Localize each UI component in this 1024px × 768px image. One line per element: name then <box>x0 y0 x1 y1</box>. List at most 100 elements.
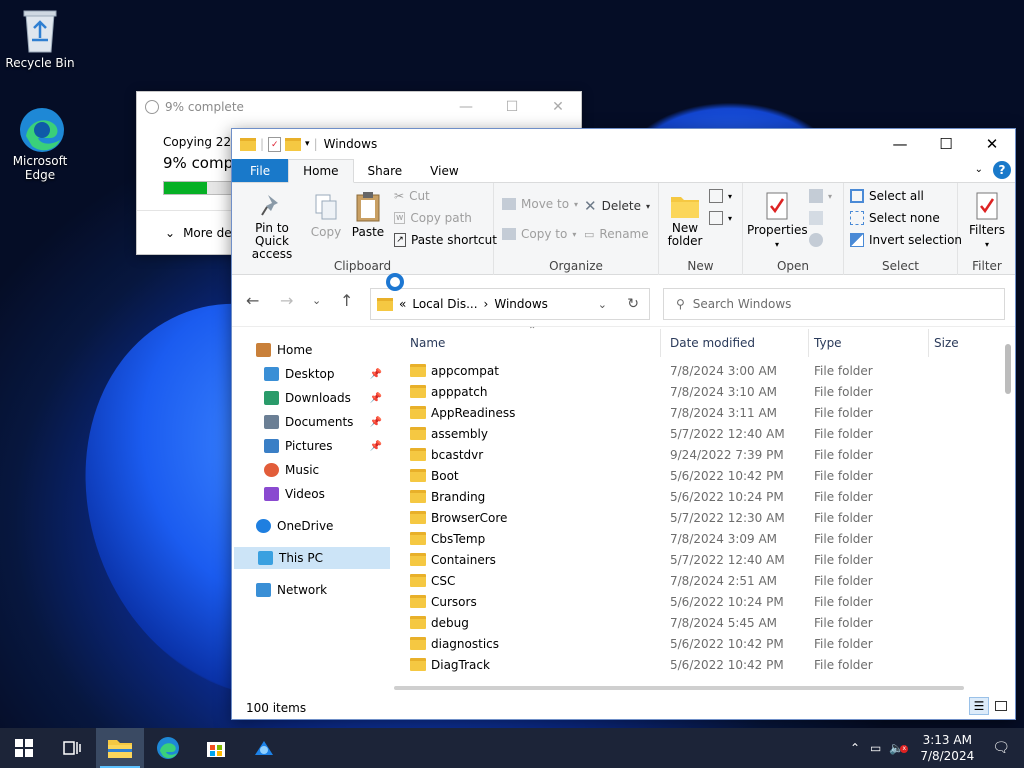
table-row[interactable]: assembly 5/7/2022 12:40 AM File folder <box>394 423 994 444</box>
copy-path-button[interactable]: w Copy path <box>394 211 472 225</box>
sidebar-item-downloads[interactable]: Downloads 📌 <box>232 387 388 409</box>
minimize-button[interactable]: — <box>443 92 489 122</box>
back-arrow-icon[interactable]: ← <box>246 291 259 310</box>
table-row[interactable]: CSC 7/8/2024 2:51 AM File folder <box>394 570 994 591</box>
table-row[interactable]: Boot 5/6/2022 10:42 PM File folder <box>394 465 994 486</box>
task-view-button[interactable] <box>48 728 96 768</box>
vertical-scrollbar-thumb[interactable] <box>1005 344 1011 394</box>
pin-icon[interactable]: 📌 <box>370 369 382 380</box>
table-row[interactable]: apppatch 7/8/2024 3:10 AM File folder <box>394 381 994 402</box>
sidebar-item-music[interactable]: Music <box>232 459 388 481</box>
paste-shortcut-button[interactable]: ↗ Paste shortcut <box>394 233 497 247</box>
history-button[interactable] <box>809 233 823 247</box>
copy-button[interactable]: Copy <box>306 193 346 239</box>
table-row[interactable]: diagnostics 5/6/2022 10:42 PM File folder <box>394 633 994 654</box>
sidebar-item-desktop[interactable]: Desktop 📌 <box>232 363 388 385</box>
more-details-toggle[interactable]: ⌄ More det <box>165 226 236 240</box>
search-input[interactable]: Search Windows <box>693 297 792 311</box>
table-row[interactable]: BrowserCore 5/7/2022 12:30 AM File folder <box>394 507 994 528</box>
new-folder-button[interactable]: New folder <box>667 193 703 248</box>
recent-locations-icon[interactable]: ⌄ <box>312 294 321 307</box>
rename-button[interactable]: ▭ Rename <box>584 227 649 241</box>
table-row[interactable]: appcompat 7/8/2024 3:00 AM File folder <box>394 360 994 381</box>
select-all-button[interactable]: Select all <box>850 189 924 203</box>
clock[interactable]: 3:13 AM 7/8/2024 <box>920 732 974 764</box>
sidebar-item-home[interactable]: Home <box>232 339 388 361</box>
horizontal-scrollbar-thumb[interactable] <box>394 686 964 690</box>
edit-button[interactable] <box>809 211 823 225</box>
file-explorer-window[interactable]: | ✓ ▾ | Windows — ☐ ✕ File Home Share Vi… <box>231 128 1016 720</box>
sidebar-item-pictures[interactable]: Pictures 📌 <box>232 435 388 457</box>
delete-button[interactable]: ✕ Delete ▾ <box>584 197 650 215</box>
column-header-date[interactable]: Date modified <box>670 327 755 359</box>
taskbar-copy-app[interactable] <box>240 728 288 768</box>
maximize-button[interactable]: ☐ <box>489 92 535 122</box>
address-dropdown-icon[interactable]: ⌄ <box>598 298 607 311</box>
large-icons-view-button[interactable] <box>991 697 1011 715</box>
minimize-button[interactable]: — <box>877 129 923 159</box>
pin-icon[interactable]: 📌 <box>370 441 382 452</box>
desktop-icon-edge[interactable]: Microsoft Edge <box>0 106 80 182</box>
select-none-button[interactable]: Select none <box>850 211 940 225</box>
search-box[interactable]: ⚲ Search Windows <box>663 288 1005 320</box>
explorer-titlebar[interactable]: | ✓ ▾ | Windows — ☐ ✕ <box>232 129 1015 159</box>
sidebar-item-videos[interactable]: Videos <box>232 483 388 505</box>
tab-view[interactable]: View <box>416 159 472 182</box>
copy-to-button[interactable]: Copy to ▾ <box>502 227 576 241</box>
table-row[interactable]: AppReadiness 7/8/2024 3:11 AM File folder <box>394 402 994 423</box>
open-button[interactable]: ▾ <box>809 189 832 203</box>
pin-to-quick-access-button[interactable]: Pin to Quick access <box>238 193 306 261</box>
desktop-icon-recycle-bin[interactable]: Recycle Bin <box>0 8 80 70</box>
properties-qat-button[interactable]: ✓ <box>268 136 282 152</box>
tab-home[interactable]: Home <box>288 159 354 183</box>
invert-selection-button[interactable]: Invert selection <box>850 233 962 247</box>
notification-icon[interactable]: 🗨 <box>992 740 1010 756</box>
close-button[interactable]: ✕ <box>969 129 1015 159</box>
breadcrumb-local-disk[interactable]: Local Dis... <box>412 297 477 311</box>
tab-share[interactable]: Share <box>354 159 417 182</box>
close-button[interactable]: ✕ <box>535 92 581 122</box>
sidebar-item-documents[interactable]: Documents 📌 <box>232 411 388 433</box>
properties-button[interactable]: Properties ▾ <box>747 191 808 251</box>
breadcrumb-separator[interactable]: › <box>484 297 489 311</box>
up-arrow-icon[interactable]: ↑ <box>340 291 353 310</box>
taskbar-file-explorer[interactable] <box>96 728 144 768</box>
pin-icon[interactable]: 📌 <box>370 393 382 404</box>
chevron-up-icon[interactable]: ⌃ <box>850 741 860 755</box>
taskbar-store[interactable] <box>192 728 240 768</box>
sidebar-item-network[interactable]: Network <box>232 579 388 601</box>
table-row[interactable]: CbsTemp 7/8/2024 3:09 AM File folder <box>394 528 994 549</box>
pin-icon[interactable]: 📌 <box>370 417 382 428</box>
table-row[interactable]: Branding 5/6/2022 10:24 PM File folder <box>394 486 994 507</box>
sidebar-item-onedrive[interactable]: OneDrive <box>232 515 388 537</box>
tab-file[interactable]: File <box>232 159 289 182</box>
move-to-button[interactable]: Move to ▾ <box>502 197 578 211</box>
table-row[interactable]: Containers 5/7/2022 12:40 AM File folder <box>394 549 994 570</box>
ribbon-expand-icon[interactable]: ⌄ <box>975 164 983 175</box>
new-folder-qat-button[interactable] <box>285 137 302 151</box>
easy-access-button[interactable]: ▾ <box>709 211 732 225</box>
help-icon[interactable]: ? <box>993 161 1011 179</box>
volume-muted-icon[interactable]: 🔈 x <box>889 741 909 755</box>
filters-button[interactable]: Filters ▾ <box>962 191 1012 251</box>
breadcrumb-overflow[interactable]: « <box>399 297 406 311</box>
table-row[interactable]: Cursors 5/6/2022 10:24 PM File folder <box>394 591 994 612</box>
qat-dropdown-icon[interactable]: ▾ <box>305 139 310 149</box>
sidebar-item-this-pc[interactable]: This PC <box>234 547 390 569</box>
forward-arrow-icon[interactable]: → <box>280 291 293 310</box>
table-row[interactable]: DiagTrack 5/6/2022 10:42 PM File folder <box>394 654 994 675</box>
column-header-size[interactable]: Size <box>934 327 959 359</box>
taskbar-edge[interactable] <box>144 728 192 768</box>
table-row[interactable]: bcastdvr 9/24/2022 7:39 PM File folder <box>394 444 994 465</box>
details-view-button[interactable]: ☰ <box>969 697 989 715</box>
cut-button[interactable]: ✂ Cut <box>394 189 430 203</box>
column-header-type[interactable]: Type <box>814 327 842 359</box>
refresh-icon[interactable]: ↻ <box>627 296 639 312</box>
address-bar[interactable]: « Local Dis... › Windows ⌄ ↻ <box>370 288 650 320</box>
maximize-button[interactable]: ☐ <box>923 129 969 159</box>
paste-button[interactable]: Paste <box>350 191 386 239</box>
breadcrumb-windows[interactable]: Windows <box>494 297 548 311</box>
new-item-button[interactable]: ▾ <box>709 189 732 203</box>
network-tray-icon[interactable]: ▭ <box>870 741 881 755</box>
start-button[interactable] <box>0 728 48 768</box>
